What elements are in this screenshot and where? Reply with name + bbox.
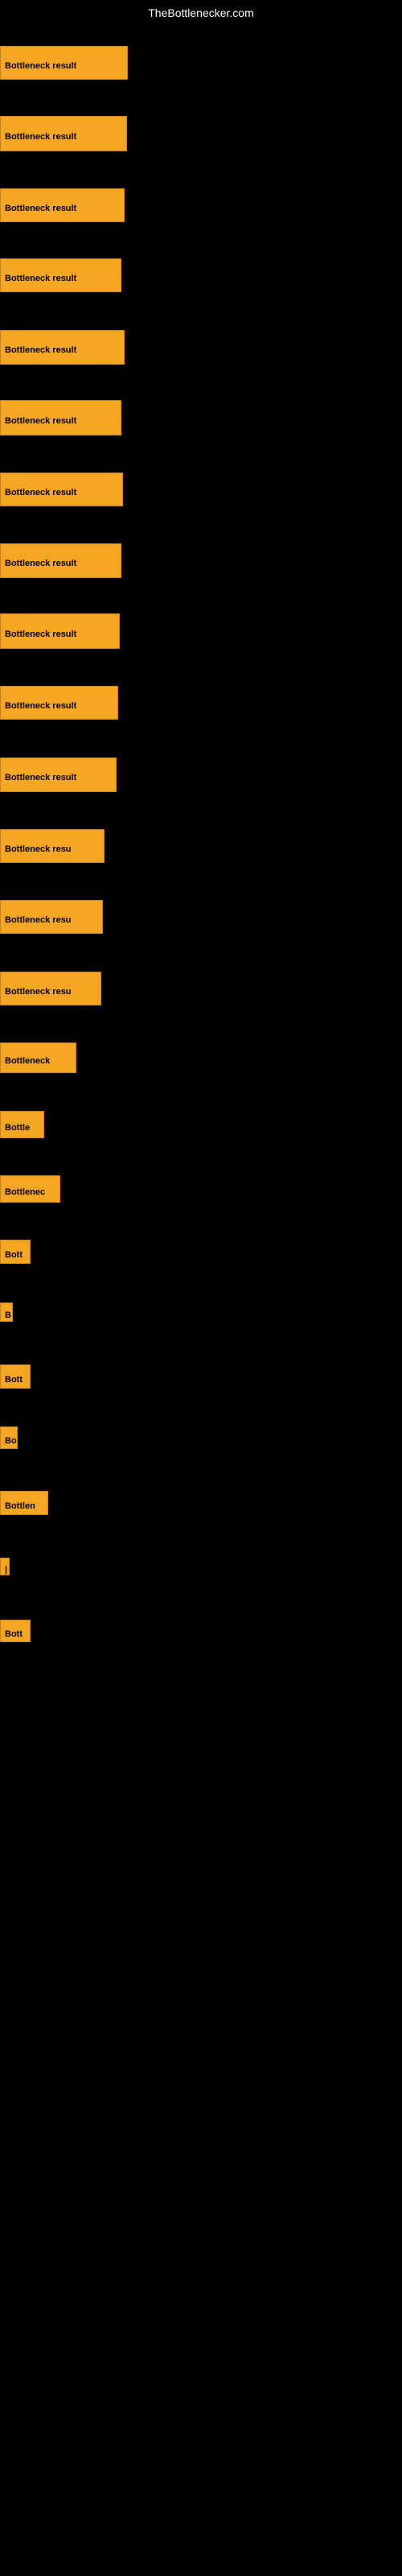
bottleneck-result-label: Bottle (0, 1111, 44, 1138)
bottleneck-result-label: Bottleneck result (0, 330, 125, 365)
bottleneck-result-label: Bottlen (0, 1491, 48, 1515)
bottleneck-result-label: Bottleneck result (0, 758, 117, 792)
site-title: TheBottlenecker.com (0, 3, 402, 23)
bottleneck-result-label: Bott (0, 1364, 31, 1389)
bottleneck-result-label: Bottleneck result (0, 400, 121, 436)
bottleneck-result-label: Bottlenec (0, 1175, 60, 1203)
bottleneck-result-label: Bottleneck result (0, 116, 127, 151)
bottleneck-result-label: | (0, 1558, 10, 1575)
bottleneck-result-label: Bottleneck result (0, 473, 123, 506)
bottleneck-result-label: Bottleneck (0, 1042, 76, 1073)
bottleneck-result-label: Bottleneck resu (0, 972, 101, 1005)
bottleneck-result-label: B (0, 1302, 13, 1322)
bottleneck-result-label: Bott (0, 1620, 31, 1642)
bottleneck-result-label: Bottleneck resu (0, 829, 105, 863)
bottleneck-result-label: Bottleneck result (0, 188, 125, 222)
bottleneck-result-label: Bottleneck result (0, 613, 120, 649)
bottleneck-result-label: Bo (0, 1426, 18, 1449)
bottleneck-result-label: Bottleneck result (0, 46, 128, 80)
bottleneck-result-label: Bottleneck resu (0, 900, 103, 934)
bottleneck-result-label: Bottleneck result (0, 258, 121, 292)
bottleneck-result-label: Bott (0, 1240, 31, 1264)
bottleneck-result-label: Bottleneck result (0, 686, 118, 720)
bottleneck-result-label: Bottleneck result (0, 543, 121, 578)
